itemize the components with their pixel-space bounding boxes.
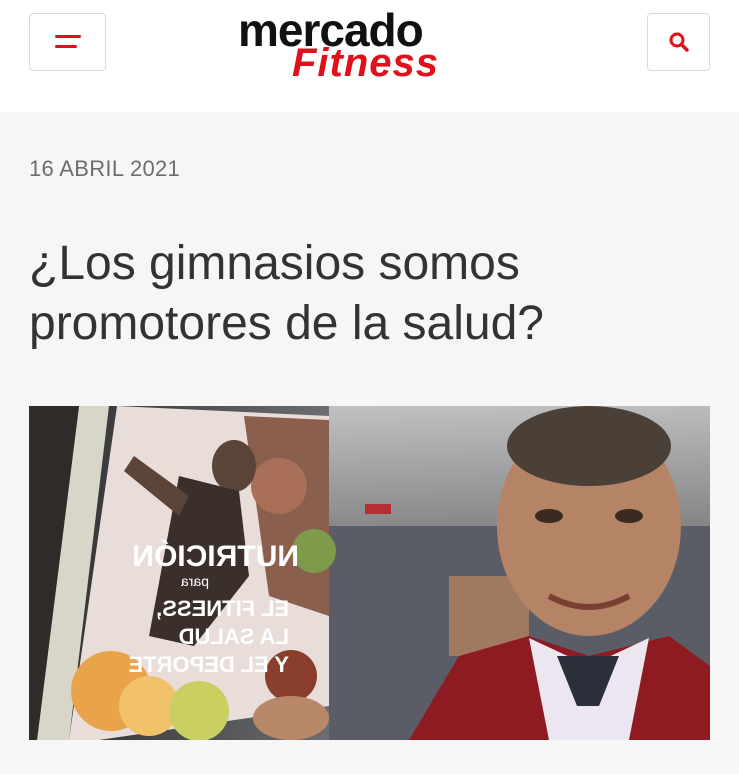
site-logo[interactable]: mercado Fitness — [236, 6, 504, 86]
book-line1-text: EL FITNESS, — [156, 596, 289, 621]
book-line3-text: Y EL DEPORTE — [128, 652, 289, 677]
article-date: 16 ABRIL 2021 — [29, 156, 181, 181]
book-title-text: NUTRICIÓN — [132, 539, 299, 573]
search-icon — [669, 32, 689, 52]
logo-text-bottom: Fitness — [292, 41, 439, 85]
book-para-text: para — [181, 573, 209, 589]
search-button[interactable] — [647, 13, 710, 71]
book-line2-text: LA SALUD — [179, 624, 289, 649]
menu-button[interactable] — [29, 13, 106, 71]
site-header: mercado Fitness — [0, 0, 739, 112]
featured-photo: NUTRICIÓN para EL FITNESS, LA SALUD Y EL… — [29, 406, 710, 740]
article-featured-image[interactable]: NUTRICIÓN para EL FITNESS, LA SALUD Y EL… — [29, 406, 710, 740]
hamburger-menu-icon — [54, 35, 81, 48]
article-title[interactable]: ¿Los gimnasios somos promotores de la sa… — [29, 234, 719, 354]
